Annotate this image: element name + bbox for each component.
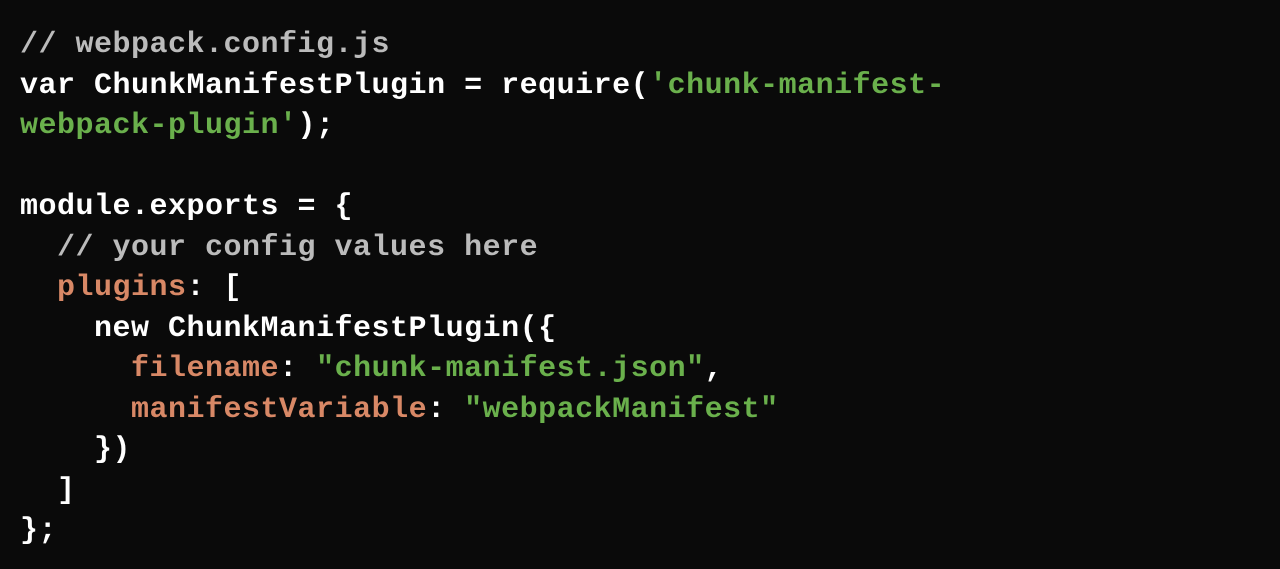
code-line-6: // your config values here (20, 228, 1260, 269)
code-block: // webpack.config.js var ChunkManifestPl… (20, 25, 1260, 552)
code-line-5: module.exports = { (20, 187, 1260, 228)
code-line-9: filename: "chunk-manifest.json", (20, 349, 1260, 390)
code-line-12: ] (20, 471, 1260, 512)
code-line-7: plugins: [ (20, 268, 1260, 309)
code-line-11: }) (20, 430, 1260, 471)
code-text: ] (20, 474, 76, 508)
comment-text: // webpack.config.js (20, 28, 390, 62)
code-line-4 (20, 147, 1260, 188)
code-text: : (279, 352, 316, 386)
code-text: new ChunkManifestPlugin({ (20, 312, 557, 346)
property-text: filename (131, 352, 279, 386)
code-text: : [ (187, 271, 243, 305)
indent (20, 393, 131, 427)
code-text: , (705, 352, 724, 386)
code-line-8: new ChunkManifestPlugin({ (20, 309, 1260, 350)
property-text: manifestVariable (131, 393, 427, 427)
code-line-3: webpack-plugin'); (20, 106, 1260, 147)
code-text: : (427, 393, 464, 427)
code-line-2: var ChunkManifestPlugin = require('chunk… (20, 66, 1260, 107)
indent (20, 271, 57, 305)
code-text: }) (20, 433, 131, 467)
code-text: module.exports = { (20, 190, 353, 224)
indent (20, 352, 131, 386)
string-text: 'chunk-manifest- (649, 69, 945, 103)
code-text: ); (298, 109, 335, 143)
code-line-13: }; (20, 511, 1260, 552)
string-text: "chunk-manifest.json" (316, 352, 705, 386)
code-text: var ChunkManifestPlugin = require( (20, 69, 649, 103)
code-text: }; (20, 514, 57, 548)
string-text: "webpackManifest" (464, 393, 779, 427)
comment-text: // your config values here (20, 231, 538, 265)
code-line-10: manifestVariable: "webpackManifest" (20, 390, 1260, 431)
property-text: plugins (57, 271, 187, 305)
string-text: webpack-plugin' (20, 109, 298, 143)
code-line-1: // webpack.config.js (20, 25, 1260, 66)
